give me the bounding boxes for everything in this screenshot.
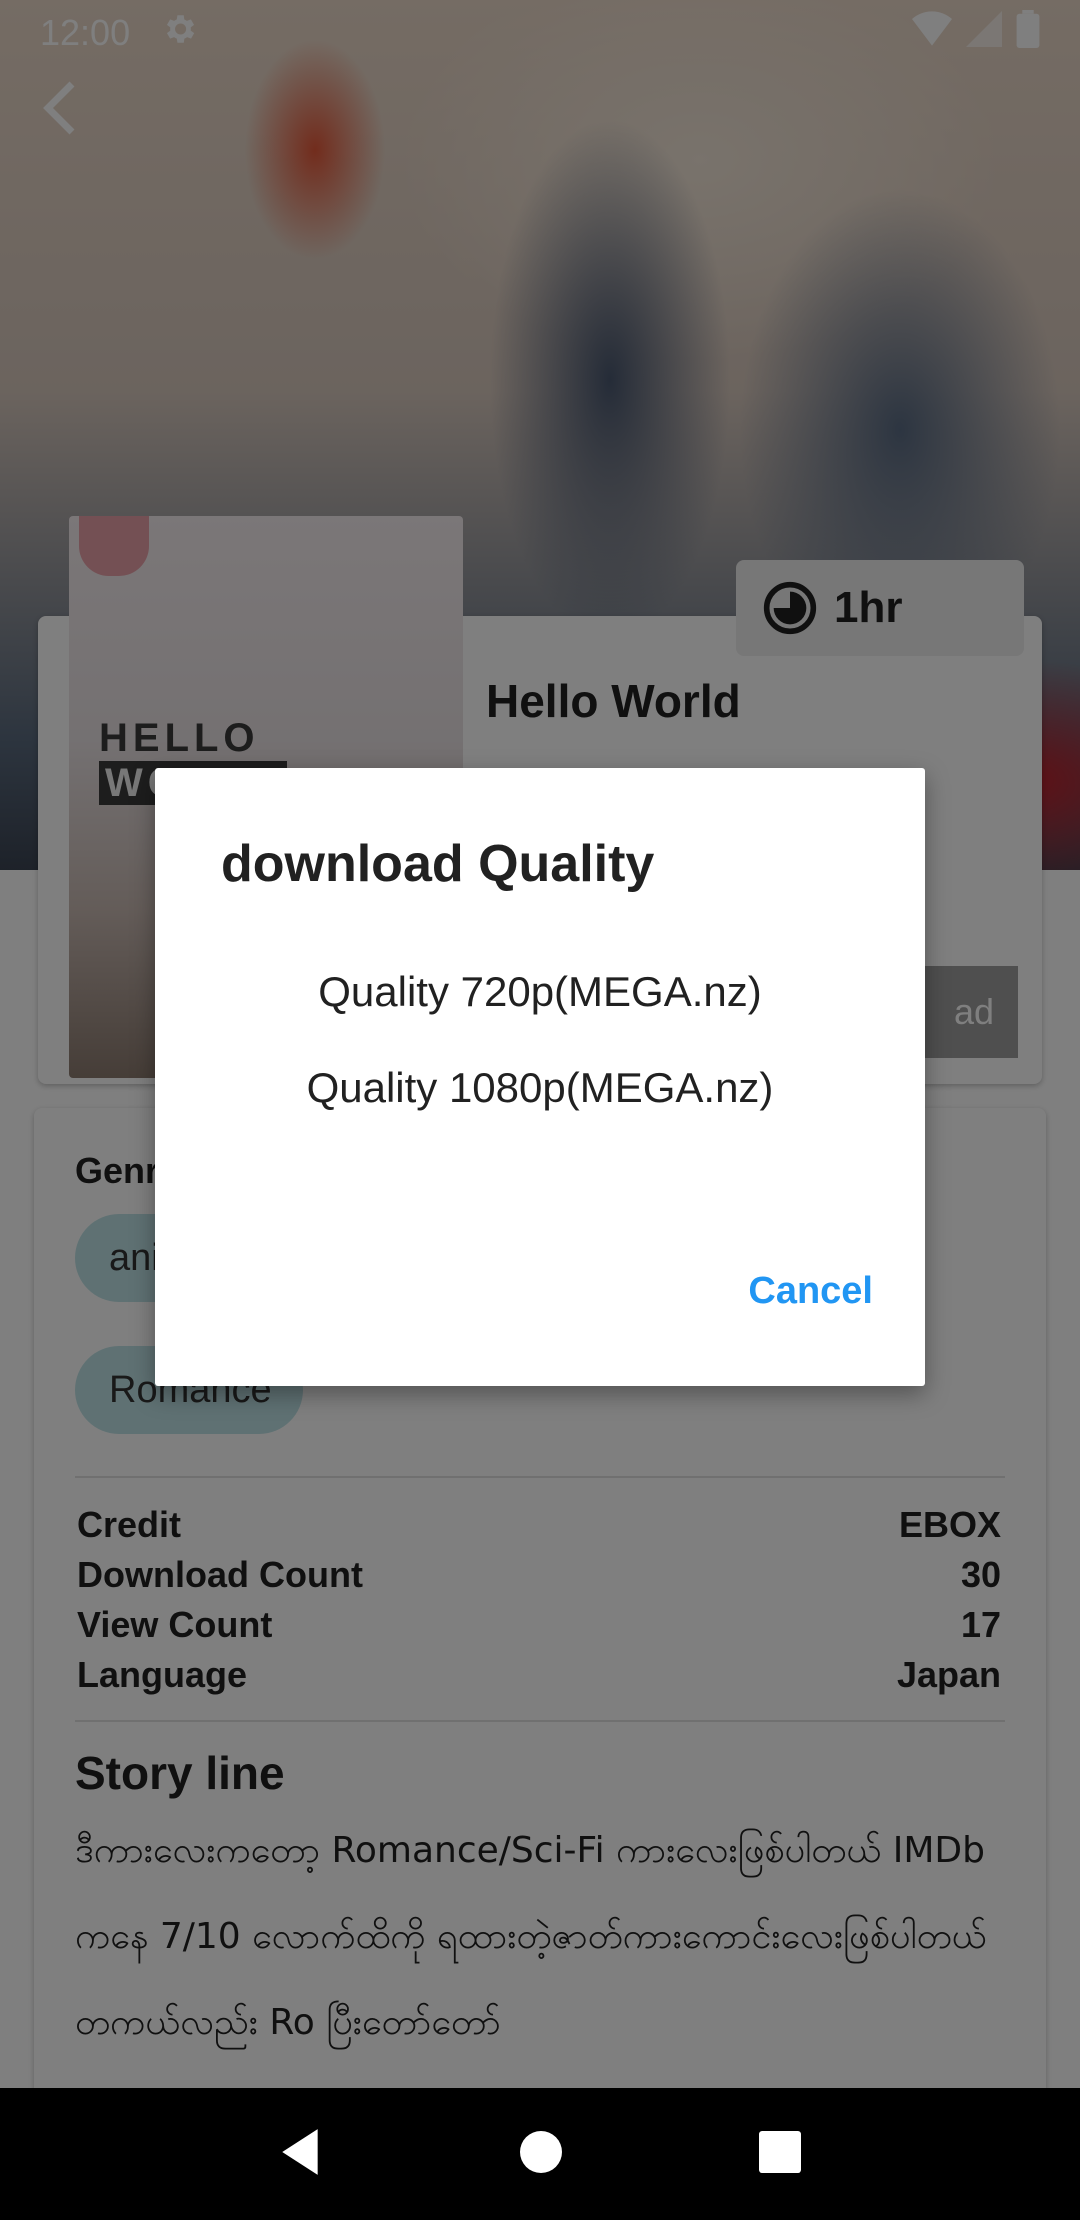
cancel-button[interactable]: Cancel (748, 1270, 873, 1313)
system-nav-bar (0, 2088, 1080, 2220)
circle-home-icon (519, 2130, 562, 2173)
quality-1080p-option[interactable]: Quality 1080p(MEGA.nz) (155, 1064, 925, 1112)
dialog-title: download Quality (221, 835, 655, 893)
quality-720p-option[interactable]: Quality 720p(MEGA.nz) (155, 968, 925, 1016)
nav-recents-button[interactable] (759, 2130, 802, 2178)
square-recents-icon (759, 2130, 802, 2173)
download-quality-dialog: download Quality Quality 720p(MEGA.nz) Q… (155, 768, 925, 1386)
triangle-back-icon (281, 2128, 318, 2175)
nav-home-button[interactable] (519, 2130, 562, 2178)
nav-back-button[interactable] (279, 2127, 323, 2182)
